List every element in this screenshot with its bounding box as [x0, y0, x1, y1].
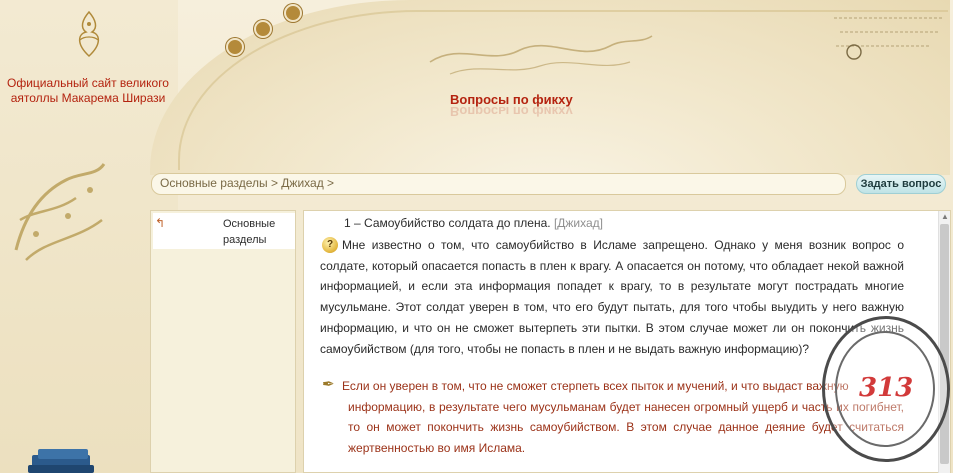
question-category[interactable]: [Джихад] — [554, 216, 603, 230]
books-icon — [26, 447, 96, 473]
site-logo-icon[interactable] — [68, 10, 110, 58]
calligraphy-ornament-icon — [14, 163, 106, 261]
breadcrumb-path[interactable]: Основные разделы > Джихад > — [160, 176, 334, 190]
scroll-thumb[interactable] — [940, 224, 949, 464]
sidebar: ↰ Основные разделы — [150, 210, 296, 473]
breadcrumb[interactable]: Основные разделы > Джихад > — [151, 173, 846, 195]
page-heading-reflection: Вопросы по фикху — [450, 104, 573, 119]
header-calligraphy-icon — [429, 35, 653, 75]
sidebar-item-label: Основные разделы — [223, 218, 276, 246]
scroll-up-icon[interactable]: ▲ — [939, 211, 951, 223]
top-right-calligraphy-icon — [834, 17, 942, 60]
search-icon[interactable] — [254, 20, 272, 38]
page-root: Официальный сайт великого аятоллы Макаре… — [0, 0, 953, 473]
home-icon[interactable] — [284, 4, 302, 22]
sitemap-icon[interactable] — [226, 38, 244, 56]
question-title-text: 1 – Самоубийство солдата до плена. — [344, 216, 551, 230]
ask-question-button[interactable]: Задать вопрос — [856, 174, 946, 194]
answer-first-line: Если он уверен в том, что не сможет стер… — [342, 379, 849, 393]
watermark-number: 313 — [859, 373, 914, 403]
back-arrow-icon: ↰ — [155, 216, 166, 230]
site-title[interactable]: Официальный сайт великого аятоллы Макаре… — [2, 76, 174, 106]
watermark-stamp: 313 — [822, 316, 950, 462]
header-nav-icons — [226, 2, 316, 62]
answer-text: Если он уверен в том, что не сможет стер… — [320, 376, 904, 459]
question-body: Мне известно о том, что самоубийство в И… — [320, 238, 904, 356]
question-text: Мне известно о том, что самоубийство в И… — [320, 235, 904, 359]
sidebar-item-main-sections[interactable]: ↰ Основные разделы — [153, 213, 295, 249]
question-title[interactable]: 1 – Самоубийство солдата до плена. [Джих… — [344, 216, 603, 230]
content-scrollbar[interactable]: ▲ — [938, 211, 950, 473]
answer-body: информацию, в результате чего мусульмана… — [348, 399, 904, 456]
